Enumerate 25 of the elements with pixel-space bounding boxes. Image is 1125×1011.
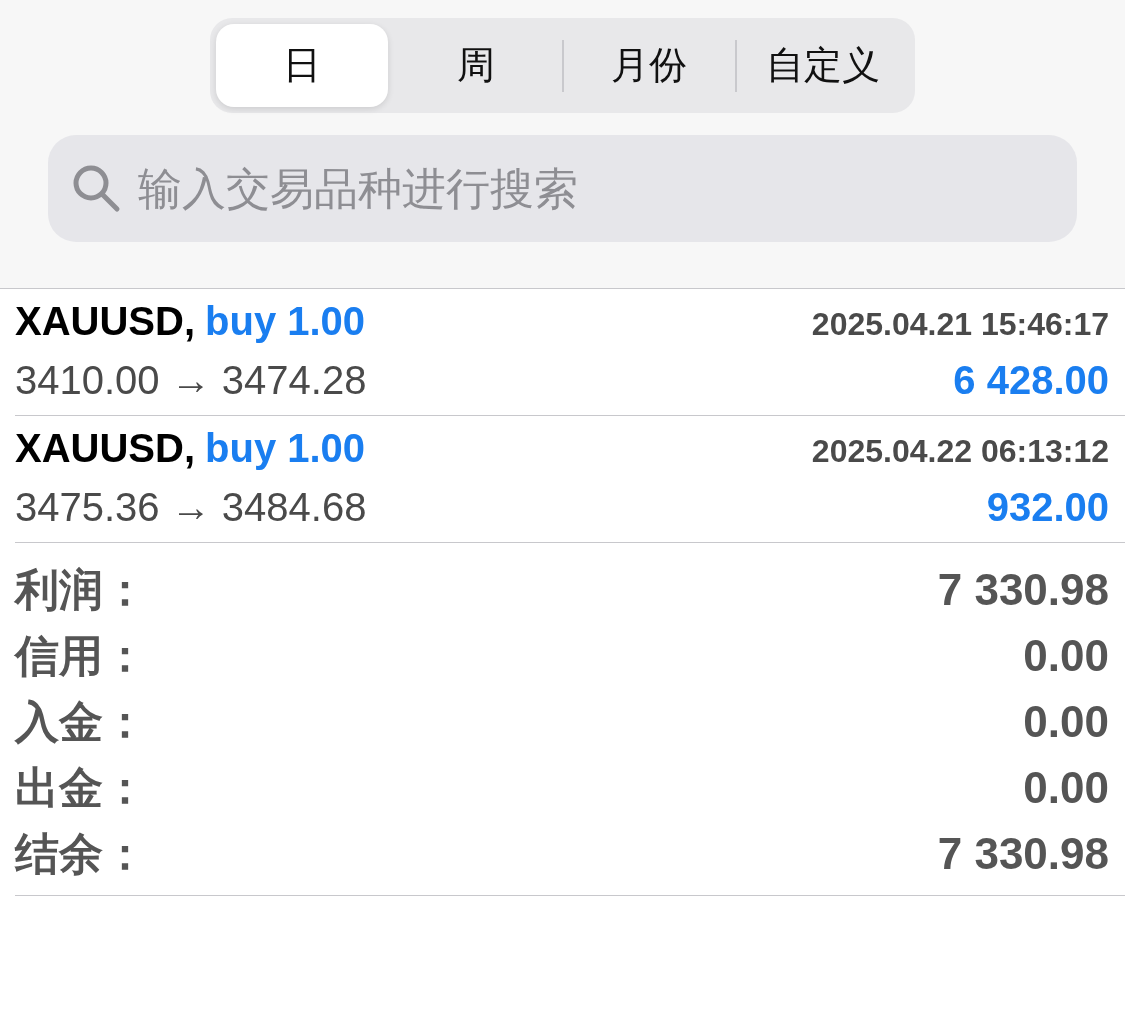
trade-side: buy 1.00 xyxy=(205,426,366,470)
summary-label: 信用： xyxy=(15,630,147,682)
summary-value: 0.00 xyxy=(1023,696,1109,748)
trade-time: 2025.04.21 15:46:17 xyxy=(811,306,1109,343)
summary-label: 出金： xyxy=(15,762,147,814)
summary-value: 7 330.98 xyxy=(937,564,1109,616)
price-range: 3475.36 → 3484.68 xyxy=(15,485,367,530)
summary-label: 结余： xyxy=(15,828,147,880)
summary-label: 入金： xyxy=(15,696,147,748)
search-field[interactable]: 输入交易品种进行搜索 xyxy=(48,135,1077,242)
trade-time: 2025.04.22 06:13:12 xyxy=(811,433,1109,470)
symbol: XAUUSD, xyxy=(15,426,196,470)
summary-label: 利润： xyxy=(15,564,147,616)
trade-profit: 6 428.00 xyxy=(953,358,1109,403)
period-tab[interactable]: 自定义 xyxy=(737,24,909,107)
symbol: XAUUSD, xyxy=(15,299,196,343)
period-tab[interactable]: 日 xyxy=(216,24,388,107)
summary-value: 7 330.98 xyxy=(937,828,1109,880)
summary-value: 0.00 xyxy=(1023,630,1109,682)
period-tab[interactable]: 周 xyxy=(389,24,562,107)
period-tab[interactable]: 月份 xyxy=(563,24,736,107)
price-range: 3410.00 → 3474.28 xyxy=(15,358,367,403)
summary-value: 0.00 xyxy=(1023,762,1109,814)
trade-side: buy 1.00 xyxy=(205,299,366,343)
trade-profit: 932.00 xyxy=(986,485,1109,530)
